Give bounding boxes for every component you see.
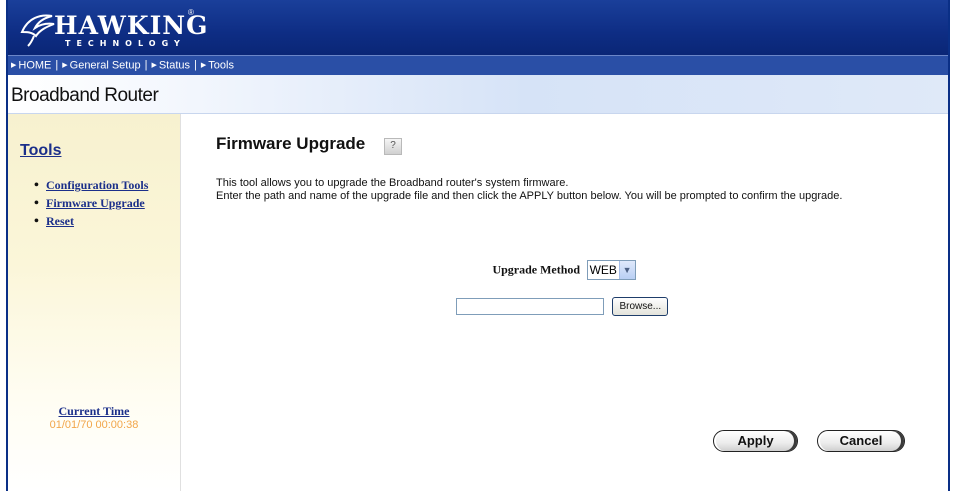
banner: Broadband Router xyxy=(8,75,948,114)
page-title: Firmware Upgrade xyxy=(216,134,366,153)
apply-button[interactable]: Apply xyxy=(713,430,798,452)
sidebar-item-configuration-tools: Configuration Tools xyxy=(34,178,176,193)
upgrade-method-label: Upgrade Method xyxy=(492,262,581,277)
sidebar-link-firmware-upgrade[interactable]: Firmware Upgrade xyxy=(46,196,145,210)
arrow-right-icon: ▶ xyxy=(200,62,207,69)
brand-name: HAWKING xyxy=(54,11,209,40)
sidebar-link-configuration-tools[interactable]: Configuration Tools xyxy=(46,178,148,192)
arrow-right-icon: ▶ xyxy=(151,62,157,69)
upgrade-method-row: Upgrade Method WEB ▼ xyxy=(180,260,948,280)
arrow-right-icon: ▶ xyxy=(62,62,68,69)
description-line-2: Enter the path and name of the upgrade f… xyxy=(216,190,843,202)
arrow-right-icon: ▶ xyxy=(11,62,17,69)
header: HAWKING ® TECHNOLOGY xyxy=(8,0,948,55)
upgrade-method-value: WEB xyxy=(589,263,617,277)
registered-mark: ® xyxy=(188,8,194,17)
current-time-label: Current Time xyxy=(58,404,130,418)
nav-general-setup-label: General Setup xyxy=(69,59,141,72)
nav-general-setup[interactable]: ▶ General Setup xyxy=(59,56,143,75)
sidebar: Tools Configuration Tools Firmware Upgra… xyxy=(8,114,181,491)
nav-tools-label: Tools xyxy=(208,59,234,72)
file-row: Browse... xyxy=(456,297,669,316)
brand-subtitle: TECHNOLOGY xyxy=(65,39,186,48)
nav-status-label: Status xyxy=(158,59,191,72)
nav-home[interactable]: ▶ HOME xyxy=(8,56,54,75)
browse-button[interactable]: Browse... xyxy=(612,297,669,316)
chevron-down-icon: ▼ xyxy=(618,261,635,279)
hawk-logo-icon xyxy=(20,14,55,47)
description: This tool allows you to upgrade the Broa… xyxy=(216,177,896,203)
upgrade-method-select[interactable]: WEB ▼ xyxy=(586,260,636,280)
logo: HAWKING ® TECHNOLOGY xyxy=(18,8,218,48)
sidebar-link-reset[interactable]: Reset xyxy=(46,214,74,228)
current-time-value: 01/01/70 00:00:38 xyxy=(49,419,139,431)
top-nav: ▶ HOME | ▶ General Setup | ▶ Status | ▶ Tools xyxy=(8,55,948,76)
sidebar-menu: Configuration Tools Firmware Upgrade Res… xyxy=(34,178,176,232)
sidebar-title[interactable]: Tools xyxy=(20,142,61,160)
sidebar-item-firmware-upgrade: Firmware Upgrade xyxy=(34,196,176,211)
description-line-1: This tool allows you to upgrade the Broa… xyxy=(216,177,569,189)
cancel-button[interactable]: Cancel xyxy=(817,430,905,452)
right-border xyxy=(948,0,950,491)
nav-status[interactable]: ▶ Status xyxy=(148,56,193,75)
banner-title: Broadband Router xyxy=(11,85,159,106)
help-icon[interactable]: ? xyxy=(384,138,402,155)
main-content: Firmware Upgrade ? This tool allows you … xyxy=(180,114,948,491)
nav-home-label: HOME xyxy=(18,59,52,72)
nav-tools[interactable]: ▶ Tools xyxy=(198,56,237,75)
firmware-file-input[interactable] xyxy=(456,298,604,315)
sidebar-item-reset: Reset xyxy=(34,214,176,229)
